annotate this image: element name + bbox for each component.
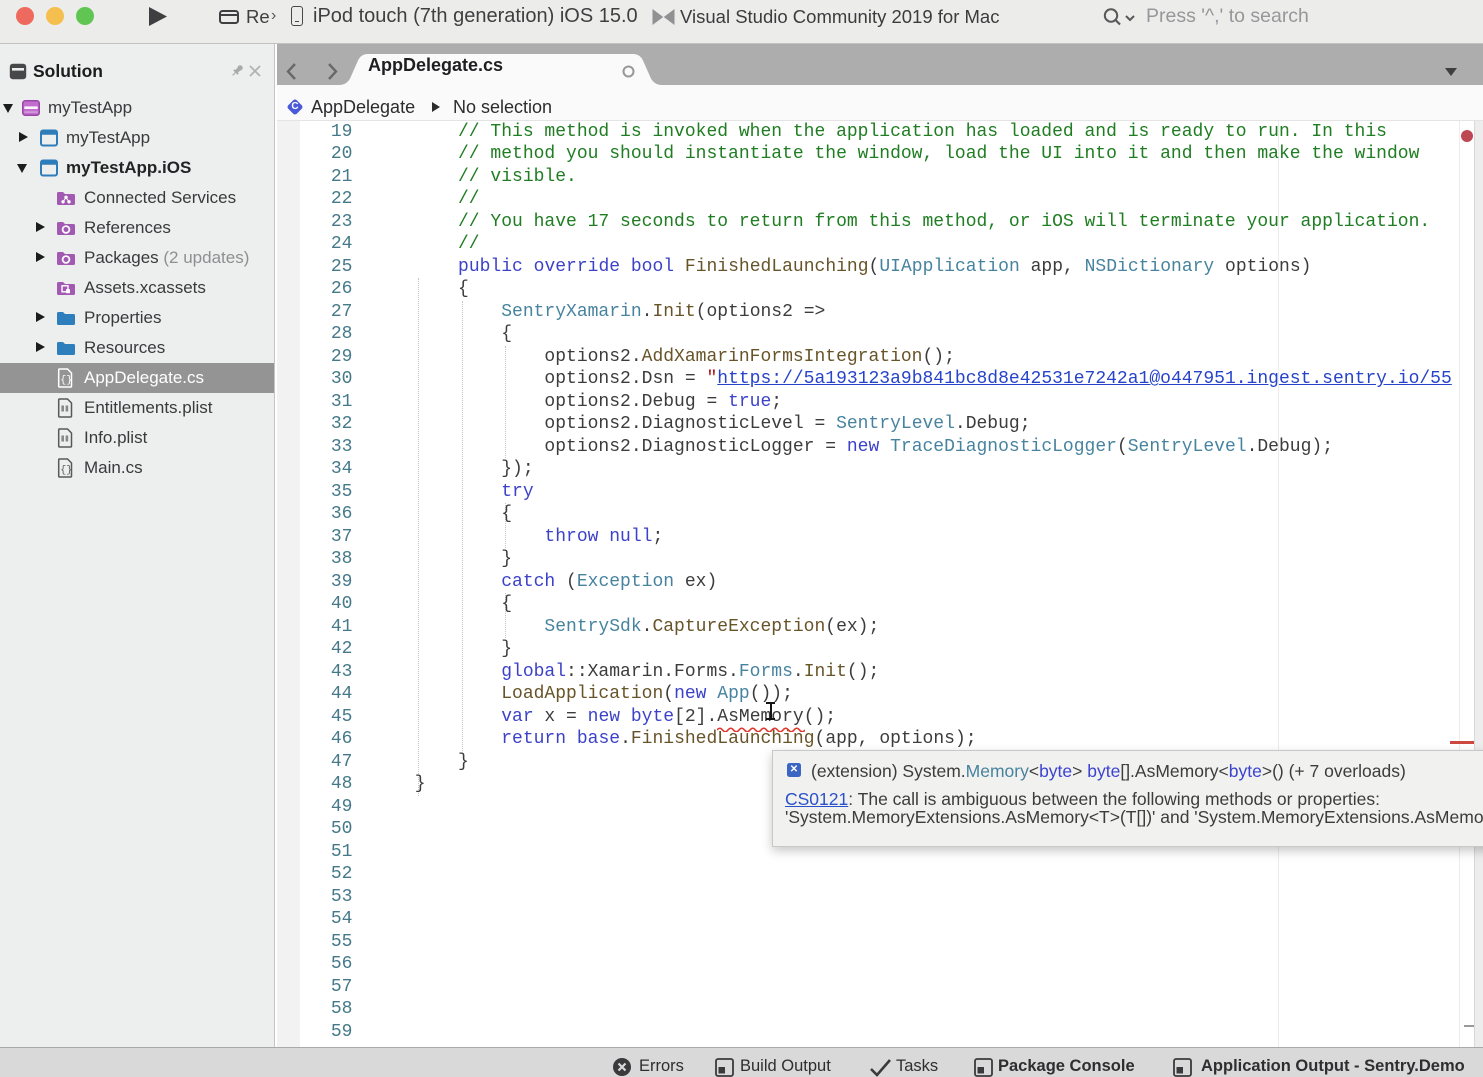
svg-text:{}: {}: [60, 374, 72, 386]
svg-text:{}: {}: [60, 464, 72, 476]
